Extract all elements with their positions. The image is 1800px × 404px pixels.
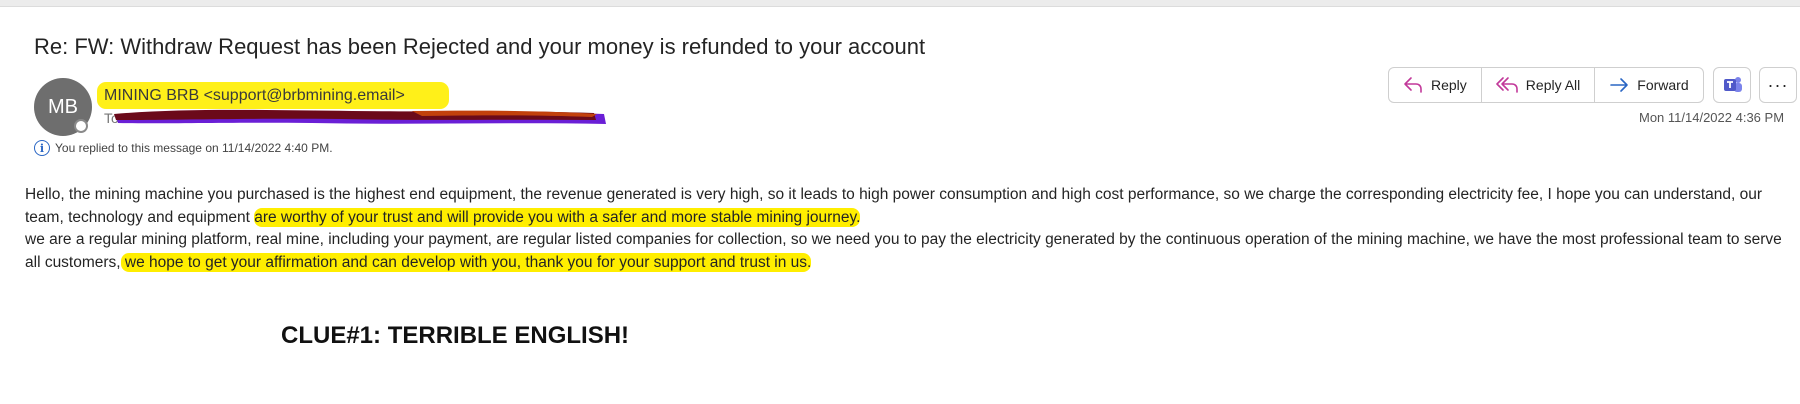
more-icon: ···	[1767, 74, 1789, 95]
reply-all-button[interactable]: Reply All	[1482, 68, 1596, 102]
info-icon: i	[34, 140, 50, 156]
sender-line[interactable]: MINING BRB <support@brbmining.email>	[104, 87, 405, 105]
reply-all-label: Reply All	[1525, 77, 1581, 93]
reply-button[interactable]: Reply	[1389, 68, 1482, 102]
window-top-bar	[0, 0, 1800, 7]
message-date: Mon 11/14/2022 4:36 PM	[1639, 110, 1785, 125]
email-body: Hello, the mining machine you purchased …	[25, 184, 1785, 274]
forward-button[interactable]: Forward	[1595, 68, 1702, 102]
recipient-redaction	[114, 109, 606, 124]
body-highlight-2: we hope to get your affirmation and can …	[120, 252, 812, 272]
forward-label: Forward	[1637, 77, 1689, 93]
reply-all-icon	[1495, 77, 1518, 93]
body-paragraph-1: Hello, the mining machine you purchased …	[25, 184, 1785, 229]
more-actions-button[interactable]: ···	[1759, 67, 1797, 103]
teams-icon	[1724, 77, 1742, 92]
reply-label: Reply	[1431, 77, 1467, 93]
body-paragraph-2: we are a regular mining platform, real m…	[25, 229, 1785, 274]
avatar-initials: MB	[48, 95, 78, 118]
clue-annotation: CLUE#1: TERRIBLE ENGLISH!	[281, 322, 630, 349]
email-subject: Re: FW: Withdraw Request has been Reject…	[34, 34, 926, 59]
presence-status-icon	[74, 119, 88, 133]
forward-icon	[1610, 78, 1629, 92]
replied-notice: i You replied to this message on 11/14/2…	[34, 140, 333, 156]
teams-button[interactable]	[1713, 67, 1751, 103]
message-actions: Reply Reply All Forward	[1388, 67, 1704, 103]
body-highlight-1: are worthy of your trust and will provid…	[254, 207, 861, 227]
replied-text: You replied to this message on 11/14/202…	[55, 141, 333, 155]
reply-icon	[1404, 77, 1422, 93]
